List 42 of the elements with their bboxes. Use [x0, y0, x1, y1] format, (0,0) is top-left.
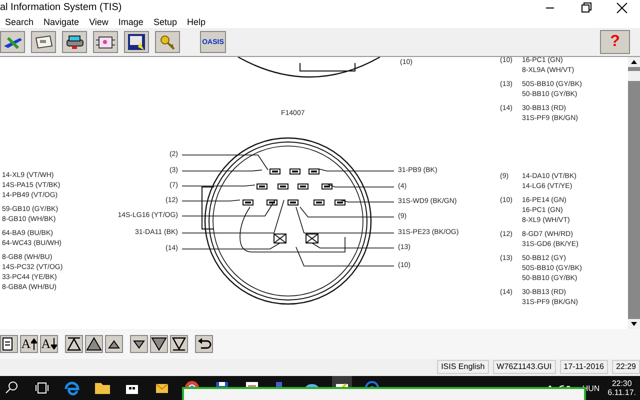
leader-line	[340, 200, 394, 202]
menu-item[interactable]: Navigate	[44, 16, 80, 26]
toolbar-button[interactable]	[62, 31, 87, 53]
down-arrow-icon	[50, 338, 57, 350]
bottom-arrow-icon	[171, 336, 187, 352]
down-triangle-icon	[151, 336, 167, 352]
toolbar-button[interactable]	[170, 335, 188, 353]
window-title: al Information System (TIS)	[0, 2, 123, 13]
toolbar-button[interactable]	[65, 335, 83, 353]
close-icon[interactable]	[616, 2, 628, 14]
menu-item[interactable]: Help	[186, 16, 206, 26]
menu-item[interactable]: View	[89, 16, 108, 26]
menu-item[interactable]: Image	[118, 16, 144, 26]
top-arrow-icon	[66, 336, 82, 352]
monitor-icon	[126, 32, 147, 52]
toolbar-button[interactable]	[31, 31, 56, 53]
toolbar-button[interactable]	[93, 31, 118, 53]
scrollbar[interactable]	[628, 57, 640, 329]
return-arrow-icon	[196, 336, 212, 352]
menu-item[interactable]: Setup	[153, 16, 177, 26]
menu-item[interactable]: Search	[5, 16, 34, 26]
font-smaller-button[interactable]: A	[40, 335, 58, 353]
toolbar-button[interactable]	[124, 31, 149, 53]
up-triangle-icon	[86, 336, 102, 352]
toolbar-button[interactable]	[0, 335, 18, 353]
status-field: 17-11-2016	[560, 360, 608, 374]
status-field: W76Z1143.GUI	[492, 360, 556, 374]
edge-icon[interactable]	[63, 379, 81, 397]
taskbar-time[interactable]: 22:30	[612, 379, 632, 388]
toolbar-button[interactable]	[105, 335, 123, 353]
restore-icon[interactable]	[580, 2, 592, 14]
up-arrow-icon	[30, 338, 37, 350]
toolbar-button[interactable]	[85, 335, 103, 353]
toolbar-button[interactable]	[150, 335, 168, 353]
toolbar-button[interactable]	[195, 335, 213, 353]
leader-line	[326, 184, 394, 188]
status-field: ISIS English	[437, 360, 489, 374]
status-field: 22:29	[612, 360, 640, 374]
font-larger-button[interactable]: A	[20, 335, 38, 353]
toolbar-button[interactable]	[130, 335, 148, 353]
scroll-thumb[interactable]	[628, 71, 640, 81]
taskbar-date[interactable]: 6.11.17.	[608, 388, 636, 397]
